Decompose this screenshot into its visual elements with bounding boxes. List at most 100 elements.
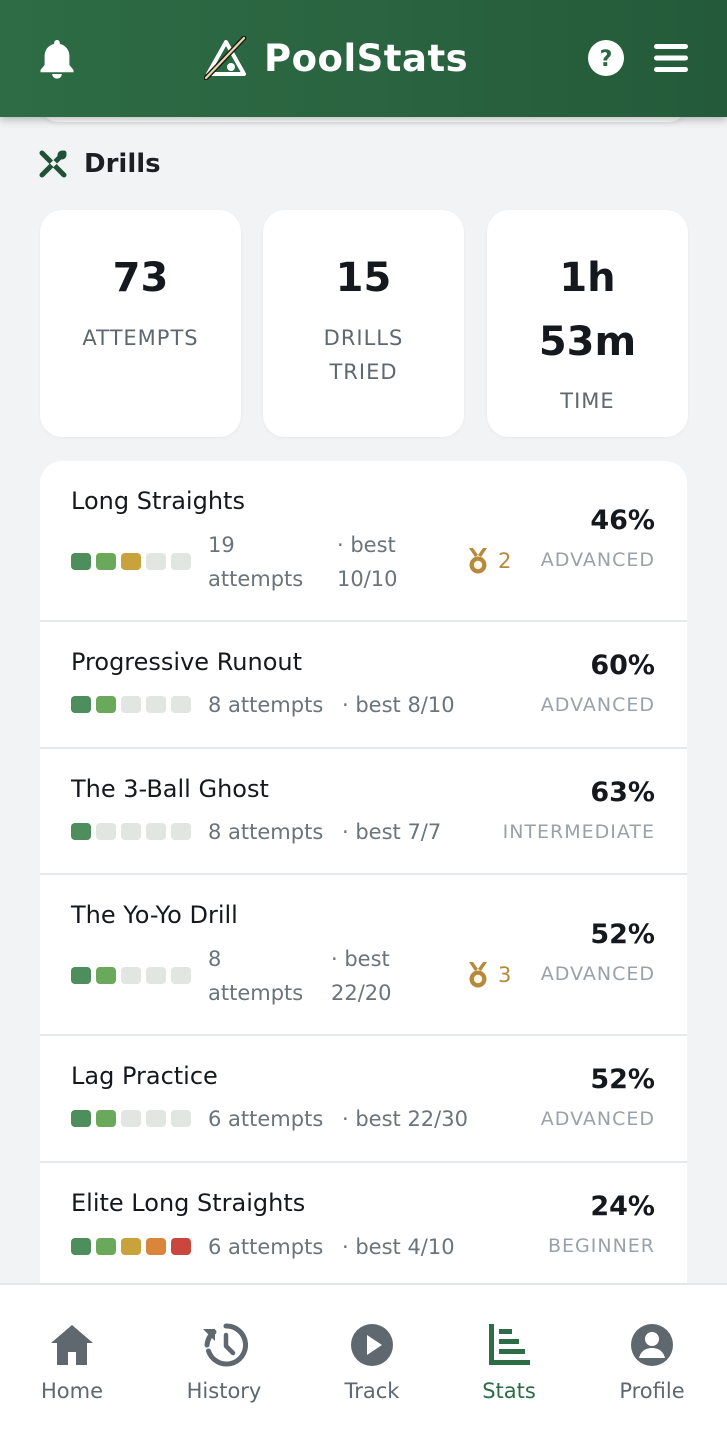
section-header: Drills	[38, 146, 161, 182]
play-circle-icon	[351, 1324, 393, 1366]
home-icon	[51, 1325, 93, 1365]
progress-pip	[121, 967, 141, 984]
time-stat-card: 1h 53m TIME	[487, 210, 688, 437]
progress-pip	[96, 823, 116, 840]
drill-progress-pips	[71, 553, 191, 570]
drill-name: Lag Practice	[71, 1062, 218, 1090]
drill-row-yo-yo-drill[interactable]: The Yo-Yo Drill 8 attempts · best 22/20 …	[40, 875, 687, 1036]
drill-progress-pips	[71, 696, 191, 713]
drill-percent: 52%	[590, 1064, 655, 1095]
drill-row-3-ball-ghost[interactable]: The 3-Ball Ghost 8 attempts · best 7/7 6…	[40, 749, 687, 875]
nav-home[interactable]: Home	[12, 1321, 132, 1403]
hamburger-menu-icon[interactable]	[650, 40, 692, 76]
svg-text:?: ?	[600, 47, 613, 72]
drill-name: The Yo-Yo Drill	[71, 901, 238, 929]
drill-progress-pips	[71, 823, 191, 840]
progress-pip	[71, 696, 91, 713]
drill-percent: 24%	[590, 1191, 655, 1222]
nav-track[interactable]: Track	[312, 1321, 432, 1403]
drill-level: BEGINNER	[548, 1235, 655, 1257]
drill-row-long-straights[interactable]: Long Straights 19 attempts · best 10/10 …	[40, 461, 687, 622]
crossed-cues-icon	[39, 150, 67, 178]
medal-count: 2	[498, 549, 512, 573]
drill-name: Long Straights	[71, 487, 245, 515]
progress-pip	[71, 553, 91, 570]
progress-pip	[121, 1238, 141, 1255]
drill-percent: 46%	[590, 505, 655, 536]
progress-pip	[146, 823, 166, 840]
drill-row-lag-practice[interactable]: Lag Practice 6 attempts · best 22/30 52%…	[40, 1036, 687, 1163]
drill-row-elite-long-straights[interactable]: Elite Long Straights 6 attempts · best 4…	[40, 1163, 687, 1291]
nav-track-label: Track	[344, 1379, 400, 1403]
progress-pip	[96, 696, 116, 713]
medal-badge: 2	[466, 547, 511, 575]
cue-triangle-logo	[204, 36, 247, 80]
bottom-navigation: Home History Track Stats Profile	[0, 1283, 727, 1446]
progress-pip	[146, 696, 166, 713]
brand[interactable]: PoolStats	[204, 34, 468, 82]
progress-pip	[96, 1238, 116, 1255]
nav-profile[interactable]: Profile	[592, 1321, 712, 1403]
attempts-value: 73	[112, 255, 169, 301]
nav-stats-label: Stats	[482, 1379, 536, 1403]
drill-best: · best 4/10	[342, 1235, 455, 1259]
progress-pip	[171, 823, 191, 840]
progress-pip	[71, 1110, 91, 1127]
drill-percent: 63%	[590, 777, 655, 808]
drill-best: · best 10/10	[337, 533, 398, 591]
progress-pip	[96, 553, 116, 570]
drill-row-progressive-runout[interactable]: Progressive Runout 8 attempts · best 8/1…	[40, 622, 687, 749]
progress-pip	[71, 823, 91, 840]
progress-pip	[146, 1238, 166, 1255]
progress-pip	[171, 696, 191, 713]
medal-count: 3	[498, 963, 512, 987]
drill-attempts: 8 attempts	[208, 947, 304, 1005]
drill-progress-pips	[71, 967, 191, 984]
progress-pip	[171, 1110, 191, 1127]
nav-home-label: Home	[40, 1379, 103, 1403]
section-title: Drills	[84, 149, 161, 179]
history-icon	[203, 1323, 248, 1367]
attempts-stat-card: 73 ATTEMPTS	[40, 210, 241, 437]
progress-pip	[121, 823, 141, 840]
drills-tried-value: 15	[335, 255, 392, 301]
progress-pip	[171, 967, 191, 984]
bar-chart-icon	[489, 1324, 530, 1365]
progress-pip	[121, 1110, 141, 1127]
drill-level: ADVANCED	[540, 1108, 655, 1130]
nav-history-label: History	[186, 1379, 262, 1403]
progress-pip	[146, 553, 166, 570]
progress-pip	[171, 553, 191, 570]
drill-level: ADVANCED	[540, 963, 655, 985]
drill-progress-pips	[71, 1110, 191, 1127]
app-title: PoolStats	[264, 36, 469, 80]
medal-badge: 3	[466, 961, 511, 989]
bell-icon[interactable]	[36, 36, 78, 80]
medal-icon	[469, 548, 487, 574]
drill-list: Long Straights 19 attempts · best 10/10 …	[40, 461, 687, 1291]
time-label: TIME	[560, 389, 615, 413]
progress-pip	[146, 967, 166, 984]
help-circle-icon[interactable]: ?	[585, 37, 627, 79]
drill-best: · best 22/20	[331, 947, 392, 1005]
time-value-hours: 1h	[559, 255, 616, 301]
progress-pip	[71, 1238, 91, 1255]
drill-attempts: 19 attempts	[208, 533, 304, 591]
drill-attempts: 6 attempts	[208, 1107, 324, 1131]
nav-stats[interactable]: Stats	[449, 1321, 569, 1403]
medal-icon	[469, 962, 487, 988]
progress-pip	[121, 696, 141, 713]
drill-attempts: 8 attempts	[208, 693, 324, 717]
drill-name: The 3-Ball Ghost	[71, 775, 269, 803]
time-value-minutes: 53m	[538, 319, 637, 365]
app-header: PoolStats ?	[0, 0, 727, 117]
drills-tried-label-line1: DRILLS	[323, 326, 404, 350]
drill-level: INTERMEDIATE	[502, 821, 655, 843]
drill-best: · best 7/7	[342, 820, 442, 844]
nav-history[interactable]: History	[164, 1321, 284, 1403]
drill-attempts: 6 attempts	[208, 1235, 324, 1259]
drill-name: Elite Long Straights	[71, 1189, 306, 1217]
attempts-label: ATTEMPTS	[82, 326, 199, 350]
drills-tried-stat-card: 15 DRILLS TRIED	[263, 210, 464, 437]
progress-pip	[146, 1110, 166, 1127]
